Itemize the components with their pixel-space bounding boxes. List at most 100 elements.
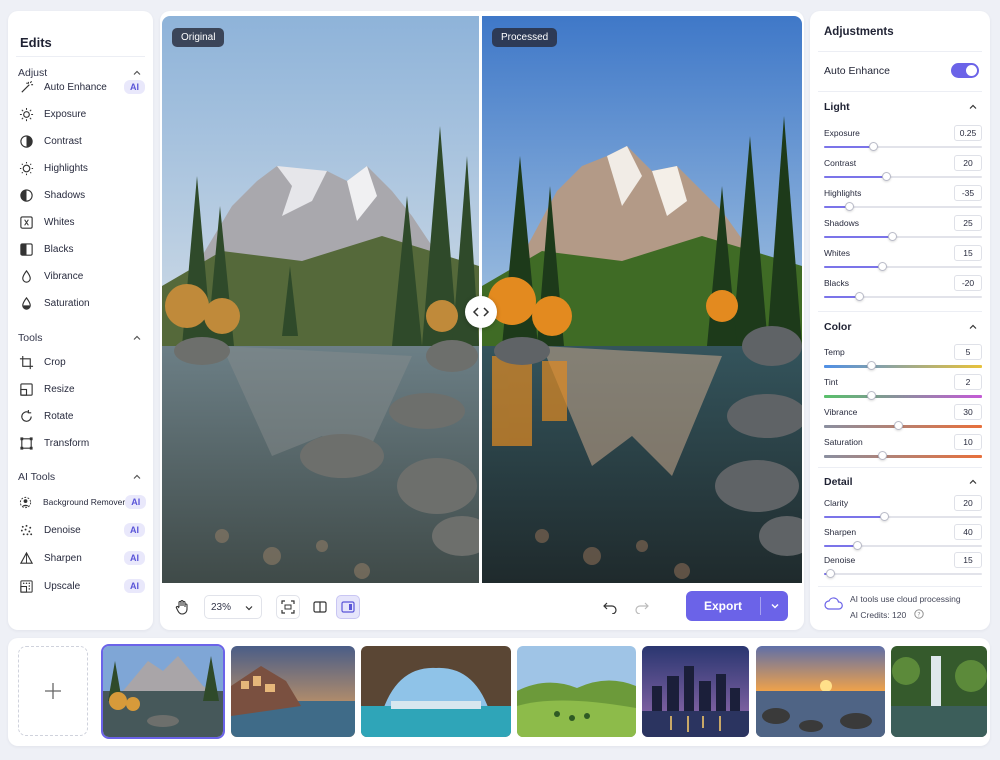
undo-button[interactable]	[598, 595, 622, 619]
slider-value-input[interactable]: 20	[954, 155, 982, 171]
chevron-up-icon[interactable]	[967, 476, 979, 488]
slider-value-input[interactable]: 0.25	[954, 125, 982, 141]
slider-thumb[interactable]	[894, 421, 904, 430]
auto-enhance-toggle[interactable]	[951, 63, 979, 78]
slider-track[interactable]	[824, 391, 982, 400]
thumbnail-sunset-beach[interactable]	[756, 646, 885, 737]
slider-track[interactable]	[824, 451, 982, 460]
thumbnail-coastal-village[interactable]	[231, 646, 355, 737]
slider-track[interactable]	[824, 292, 982, 301]
slider-thumb[interactable]	[880, 512, 890, 521]
light-section-title[interactable]: Light	[824, 101, 850, 113]
slider-thumb[interactable]	[854, 292, 864, 301]
slider-track[interactable]	[824, 232, 982, 241]
thumbnail-mountain-lake[interactable]	[101, 644, 225, 739]
slider-blacks[interactable]: Blacks -20	[824, 275, 982, 305]
sidebar-item-shadows[interactable]: Shadows	[18, 184, 145, 206]
slider-thumb[interactable]	[868, 142, 878, 151]
sidebar-item-highlights[interactable]: Highlights	[18, 157, 145, 179]
sidebar-item-sharpen[interactable]: Sharpen AI	[18, 547, 145, 569]
slider-value-input[interactable]: 30	[954, 404, 982, 420]
slider-thumb[interactable]	[853, 540, 863, 550]
thumbnail-sea-cave[interactable]	[361, 646, 511, 737]
sidebar-item-whites[interactable]: Whites	[18, 211, 145, 233]
fit-screen-button[interactable]	[276, 595, 300, 619]
slider-thumb[interactable]	[845, 202, 855, 211]
slider-thumb[interactable]	[867, 361, 877, 370]
slider-value-input[interactable]: 15	[954, 245, 982, 261]
sidebar-item-denoise[interactable]: Denoise AI	[18, 519, 145, 541]
slider-value-input[interactable]: 25	[954, 215, 982, 231]
slider-value-input[interactable]: -35	[954, 185, 982, 201]
slider-value-input[interactable]: 5	[954, 344, 982, 360]
slider-thumb[interactable]	[826, 569, 836, 578]
slider-shadows[interactable]: Shadows 25	[824, 215, 982, 245]
slider-track[interactable]	[824, 262, 982, 271]
thumbnail-city-night[interactable]	[642, 646, 749, 737]
slider-whites[interactable]: Whites 15	[824, 245, 982, 275]
slider-value-input[interactable]: -20	[954, 275, 982, 291]
sidebar-item-background-remover[interactable]: Background Remover AI	[18, 491, 147, 513]
redo-button[interactable]	[630, 595, 654, 619]
sidebar-item-resize[interactable]: Resize	[18, 378, 145, 400]
slider-denoise[interactable]: Denoise 15	[824, 552, 982, 582]
slider-thumb[interactable]	[867, 391, 877, 400]
sidebar-item-upscale[interactable]: Upscale AI	[18, 575, 145, 597]
slider-thumb[interactable]	[878, 262, 888, 271]
compare-view-button[interactable]	[336, 595, 360, 619]
slider-track[interactable]	[824, 172, 982, 181]
sidebar-item-vibrance[interactable]: Vibrance	[18, 265, 145, 287]
export-dropdown[interactable]	[761, 600, 788, 612]
help-icon[interactable]: ?	[913, 609, 924, 619]
ai-tools-section-title[interactable]: AI Tools	[18, 471, 55, 483]
sidebar-item-exposure[interactable]: Exposure	[18, 103, 145, 125]
slider-value-input[interactable]: 40	[954, 523, 982, 540]
thumbnail-waterfall[interactable]	[891, 646, 987, 737]
slider-saturation[interactable]: Saturation 10	[824, 434, 982, 464]
chevron-up-icon[interactable]	[131, 332, 143, 344]
slider-temp[interactable]: Temp 5	[824, 344, 982, 374]
slider-track[interactable]	[824, 142, 982, 151]
slider-vibrance[interactable]: Vibrance 30	[824, 404, 982, 434]
sidebar-item-crop[interactable]: Crop	[18, 351, 145, 373]
slider-value-input[interactable]: 15	[954, 552, 982, 568]
slider-contrast[interactable]: Contrast 20	[824, 155, 982, 185]
sidebar-item-transform[interactable]: Transform	[18, 432, 145, 454]
slider-track[interactable]	[824, 361, 982, 370]
chevron-up-icon[interactable]	[967, 101, 979, 113]
sidebar-item-saturation[interactable]: Saturation	[18, 292, 145, 314]
compare-handle[interactable]	[465, 296, 497, 328]
slider-track[interactable]	[824, 512, 982, 521]
detail-section-title[interactable]: Detail	[824, 476, 853, 488]
sidebar-item-auto-enhance[interactable]: Auto Enhance AI	[18, 76, 145, 98]
chevron-up-icon[interactable]	[967, 321, 979, 333]
slider-thumb[interactable]	[887, 232, 897, 241]
slider-highlights[interactable]: Highlights -35	[824, 185, 982, 215]
tools-section-title[interactable]: Tools	[18, 332, 43, 344]
sidebar-item-blacks[interactable]: Blacks	[18, 238, 145, 260]
original-photo[interactable]: Original	[162, 16, 479, 583]
processed-photo[interactable]: Processed	[482, 16, 802, 583]
slider-value-input[interactable]: 20	[954, 495, 982, 511]
slider-exposure[interactable]: Exposure 0.25	[824, 125, 982, 155]
slider-clarity[interactable]: Clarity 20	[824, 495, 982, 525]
chevron-up-icon[interactable]	[131, 471, 143, 483]
slider-track[interactable]	[824, 540, 982, 550]
hand-tool-button[interactable]	[170, 595, 194, 619]
color-section-title[interactable]: Color	[824, 321, 851, 333]
slider-track[interactable]	[824, 569, 982, 578]
add-image-button[interactable]	[18, 646, 88, 736]
slider-sharpen[interactable]: Sharpen 40	[824, 523, 982, 554]
slider-thumb[interactable]	[878, 451, 888, 460]
zoom-select[interactable]: 23%	[204, 595, 262, 619]
export-button[interactable]: Export	[686, 591, 788, 621]
slider-tint[interactable]: Tint 2	[824, 374, 982, 404]
split-view-button[interactable]	[308, 595, 332, 619]
sidebar-item-contrast[interactable]: Contrast	[18, 130, 145, 152]
slider-thumb[interactable]	[881, 172, 891, 181]
thumbnail-green-hills[interactable]	[517, 646, 636, 737]
sidebar-item-rotate[interactable]: Rotate	[18, 405, 145, 427]
slider-track[interactable]	[824, 421, 982, 430]
slider-value-input[interactable]: 2	[954, 374, 982, 390]
slider-value-input[interactable]: 10	[954, 434, 982, 450]
